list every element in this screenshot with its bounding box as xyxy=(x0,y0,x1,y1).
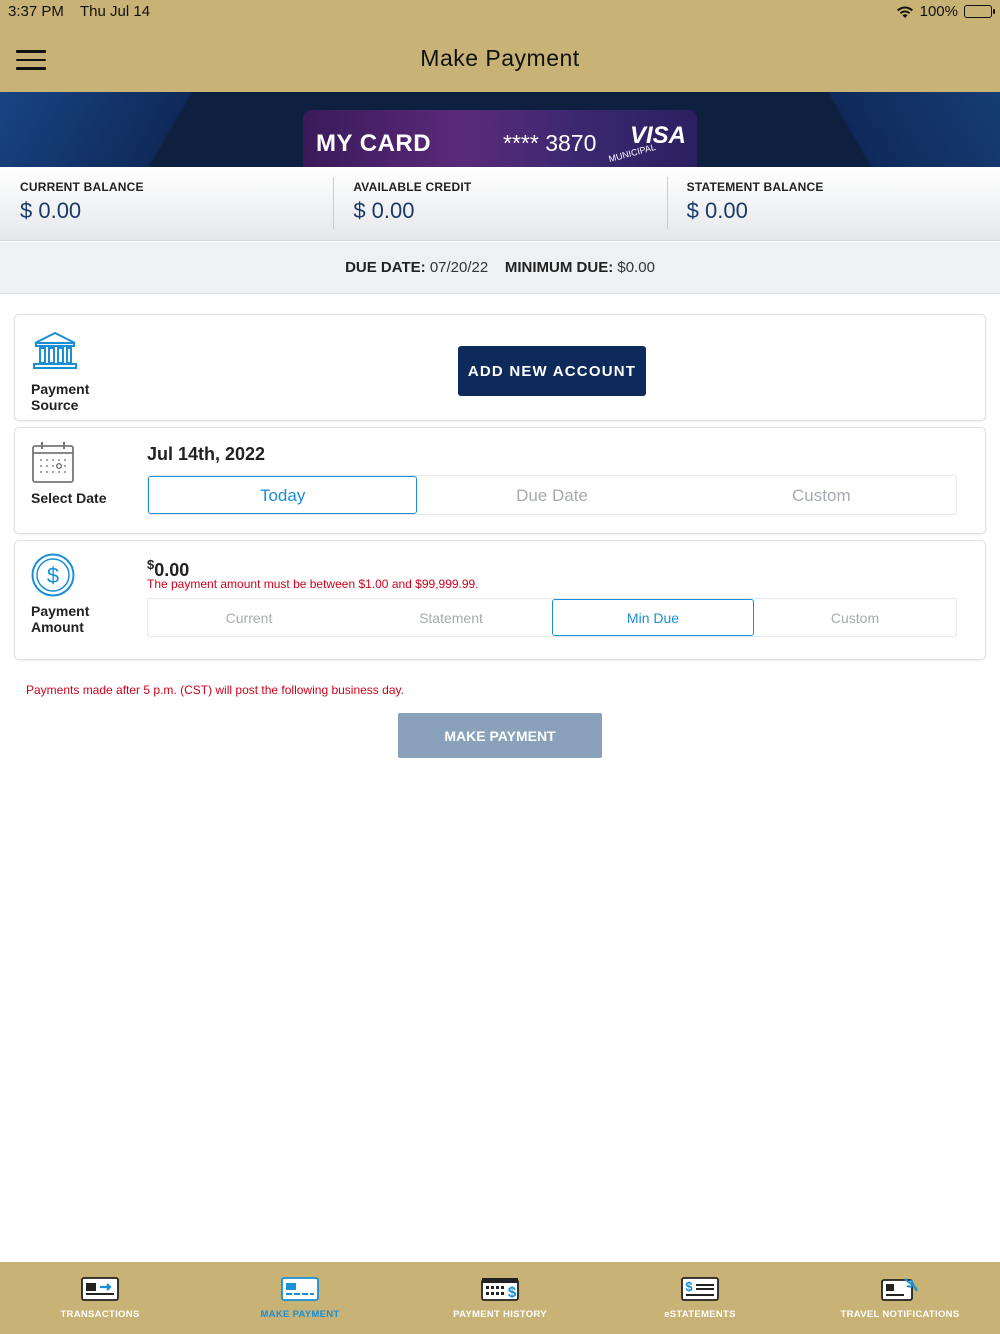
due-date-label: DUE DATE: xyxy=(345,259,426,276)
card-image[interactable]: MY CARD **** 3870 VISA MUNICIPAL xyxy=(303,110,697,167)
payment-source-panel: Payment Source ADD NEW ACCOUNT xyxy=(14,314,986,421)
page-title: Make Payment xyxy=(420,45,580,71)
status-date: Thu Jul 14 xyxy=(80,3,151,20)
amount-option-current[interactable]: Current xyxy=(148,599,350,636)
tab-transactions[interactable]: TRANSACTIONS xyxy=(0,1262,200,1334)
make-payment-button[interactable]: MAKE PAYMENT xyxy=(398,713,602,758)
svg-text:$: $ xyxy=(47,563,59,588)
tab-estatements[interactable]: $ eSTATEMENTS xyxy=(600,1262,800,1334)
transactions-icon xyxy=(81,1277,119,1301)
make-payment-icon xyxy=(281,1277,319,1301)
add-new-account-button[interactable]: ADD NEW ACCOUNT xyxy=(458,346,646,396)
amount-error-message: The payment amount must be between $1.00… xyxy=(147,577,479,591)
balance-label: CURRENT BALANCE xyxy=(20,180,144,194)
minimum-due-label: MINIMUM DUE: xyxy=(504,259,614,276)
status-right: 100% xyxy=(896,3,995,20)
bottom-tab-bar: TRANSACTIONS MAKE PAYMENT $ PAYMENT HIST… xyxy=(0,1262,1000,1334)
selected-date: Jul 14th, 2022 xyxy=(147,444,266,464)
cutoff-note: Payments made after 5 p.m. (CST) will po… xyxy=(26,683,404,697)
svg-text:$: $ xyxy=(685,1279,693,1294)
tab-travel-notifications[interactable]: TRAVEL NOTIFICATIONS xyxy=(800,1262,1000,1334)
top-bar: 3:37 PM Thu Jul 14 100% Make Payment xyxy=(0,0,1000,92)
battery-icon xyxy=(964,5,995,18)
date-option-due-date[interactable]: Due Date xyxy=(417,476,686,514)
balance-value: $ 0.00 xyxy=(686,198,748,223)
balances-row: CURRENT BALANCE $ 0.00 AVAILABLE CREDIT … xyxy=(0,167,1000,241)
wifi-icon xyxy=(896,6,913,18)
bank-icon xyxy=(33,331,77,369)
select-date-label: Select Date xyxy=(31,490,107,506)
tab-payment-history[interactable]: $ PAYMENT HISTORY xyxy=(400,1262,600,1334)
amount-option-custom[interactable]: Custom xyxy=(754,599,956,636)
due-date-value: 07/20/22 xyxy=(429,259,489,276)
card-banner: MY CARD **** 3870 VISA MUNICIPAL xyxy=(0,92,1000,167)
balance-value: $ 0.00 xyxy=(353,198,415,223)
date-option-today[interactable]: Today xyxy=(148,476,418,514)
dollar-icon: $ xyxy=(31,553,75,597)
payment-source-label: Payment Source xyxy=(31,381,90,413)
available-credit: AVAILABLE CREDIT $ 0.00 xyxy=(333,167,666,240)
select-date-panel: Select Date Jul 14th, 2022 Today Due Dat… xyxy=(14,427,986,534)
tab-label: TRANSACTIONS xyxy=(60,1309,140,1320)
calendar-icon xyxy=(32,442,74,483)
current-balance: CURRENT BALANCE $ 0.00 xyxy=(0,167,333,240)
travel-notifications-icon xyxy=(881,1278,918,1301)
amount-option-min-due[interactable]: Min Due xyxy=(552,599,754,636)
tab-label: PAYMENT HISTORY xyxy=(453,1309,547,1320)
tab-label: TRAVEL NOTIFICATIONS xyxy=(840,1309,960,1320)
date-option-custom[interactable]: Custom xyxy=(687,476,956,514)
date-options: Today Due Date Custom xyxy=(147,475,957,515)
estatements-icon: $ xyxy=(681,1277,719,1301)
battery-percent: 100% xyxy=(919,3,958,20)
card-name: MY CARD xyxy=(316,130,432,157)
payment-amount-panel: $ Payment Amount $0.00 The payment amoun… xyxy=(14,540,986,660)
statement-balance: STATEMENT BALANCE $ 0.00 xyxy=(666,167,1000,240)
balance-label: STATEMENT BALANCE xyxy=(686,180,824,194)
balance-value: $ 0.00 xyxy=(20,198,82,223)
tab-make-payment[interactable]: MAKE PAYMENT xyxy=(200,1262,400,1334)
svg-text:$: $ xyxy=(508,1284,517,1301)
amount-options: Current Statement Min Due Custom xyxy=(147,598,957,637)
tab-label: eSTATEMENTS xyxy=(664,1309,736,1320)
card-number: **** 3870 xyxy=(503,130,597,156)
status-bar: 3:37 PM Thu Jul 14 100% xyxy=(8,3,995,23)
amount-option-statement[interactable]: Statement xyxy=(350,599,552,636)
payment-history-icon: $ xyxy=(481,1278,519,1301)
minimum-due-value: $0.00 xyxy=(617,259,655,276)
payment-amount-label: Payment Amount xyxy=(31,603,90,635)
status-time: 3:37 PM xyxy=(8,3,64,20)
tab-label: MAKE PAYMENT xyxy=(260,1309,340,1320)
balance-label: AVAILABLE CREDIT xyxy=(353,180,472,194)
due-info: DUE DATE: 07/20/22 MINIMUM DUE: $0.00 xyxy=(0,242,1000,294)
